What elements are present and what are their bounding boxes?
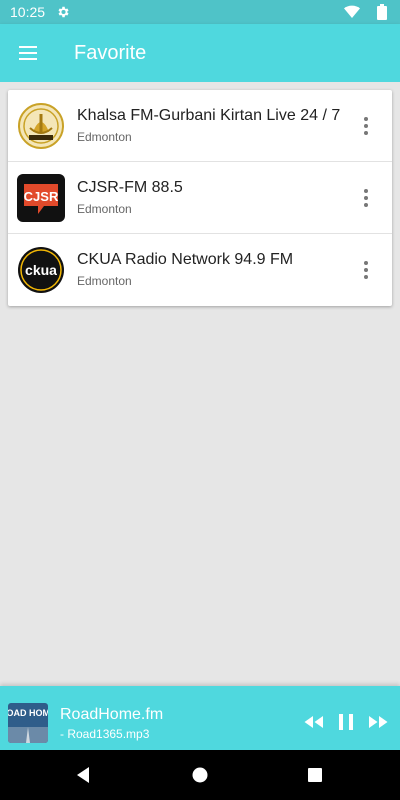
more-options-icon[interactable]: [354, 258, 378, 282]
cjsr-logo-text: CJSR: [24, 189, 59, 204]
ckua-logo: ckua: [18, 247, 64, 293]
home-icon[interactable]: [190, 765, 210, 785]
now-playing-title: RoadHome.fm: [60, 706, 164, 723]
station-name: CKUA Radio Network 94.9 FM: [77, 251, 294, 268]
station-city: Edmonton: [77, 130, 132, 144]
station-list-item[interactable]: ckua CKUA Radio Network 94.9 FM Edmonton: [8, 234, 392, 306]
favorites-card: Khalsa FM-Gurbani Kirtan Live 24 / 7 Edm…: [8, 90, 392, 306]
now-playing-track: - Road1365.mp3: [60, 727, 150, 741]
battery-icon: [377, 4, 387, 20]
gear-icon: [58, 6, 69, 18]
album-art-text: ROAD HOME: [8, 708, 48, 718]
navigation-bar: [0, 750, 400, 800]
station-name: CJSR-FM 88.5: [77, 179, 183, 196]
status-time: 10:25: [10, 4, 46, 20]
station-city: Edmonton: [77, 274, 132, 288]
pause-icon[interactable]: [334, 710, 358, 734]
back-icon[interactable]: [74, 765, 94, 785]
ckua-logo-text: ckua: [25, 262, 57, 278]
cjsr-logo: CJSR: [17, 174, 65, 222]
more-options-icon[interactable]: [354, 186, 378, 210]
station-name: Khalsa FM-Gurbani Kirtan Live 24 / 7: [77, 107, 341, 124]
page-title: Favorite: [74, 42, 147, 64]
now-playing-bar[interactable]: ROAD HOME RoadHome.fm - Road1365.mp3: [0, 686, 400, 750]
status-bar: 10:25: [0, 0, 400, 24]
station-list-item[interactable]: CJSR CJSR-FM 88.5 Edmonton: [8, 162, 392, 234]
station-city: Edmonton: [77, 202, 132, 216]
station-list-item[interactable]: Khalsa FM-Gurbani Kirtan Live 24 / 7 Edm…: [8, 90, 392, 162]
favorites-list-area[interactable]: Khalsa FM-Gurbani Kirtan Live 24 / 7 Edm…: [0, 82, 400, 686]
rewind-icon[interactable]: [302, 710, 326, 734]
app-bar: Favorite: [0, 24, 400, 82]
road-home-album-art: ROAD HOME: [8, 703, 48, 743]
recents-icon[interactable]: [305, 765, 325, 785]
fast-forward-icon[interactable]: [366, 710, 390, 734]
hamburger-menu-icon[interactable]: [10, 35, 46, 71]
wifi-icon: [344, 5, 360, 19]
more-options-icon[interactable]: [354, 114, 378, 138]
khalsa-fm-logo: [18, 103, 64, 149]
